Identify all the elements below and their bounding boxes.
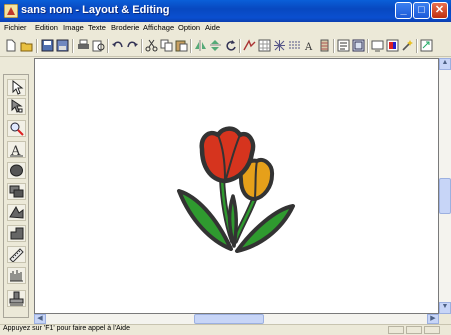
preview-icon[interactable] [371,39,384,52]
sew-order-icon[interactable] [243,39,256,52]
menu-image[interactable]: Image [63,23,84,32]
property-icon[interactable] [337,39,350,52]
mirror-icon[interactable] [194,39,207,52]
menu-aide[interactable]: Aide [205,23,220,32]
new-icon[interactable] [4,39,17,52]
menu-bar: Fichier Edition Image Texte Broderie Aff… [0,22,451,36]
horizontal-scroll-thumb[interactable] [194,314,264,324]
maximize-button[interactable]: □ [413,2,430,19]
export-icon[interactable] [420,39,433,52]
print-preview-icon[interactable] [92,39,105,52]
svg-text:A: A [10,144,21,157]
minimize-icon: _ [400,4,407,16]
status-bar: Appuyez sur 'F1' pour faire appel à l'Ai… [0,324,451,335]
manual-punch-icon[interactable] [7,267,26,284]
maximize-icon: □ [418,4,425,16]
print-icon[interactable] [77,39,90,52]
scroll-up-icon[interactable]: ▲ [439,58,451,70]
thread-icon[interactable] [318,39,331,52]
vertical-scroll-thumb[interactable] [439,178,451,214]
menu-affichage[interactable]: Affichage [143,23,174,32]
outline-icon[interactable] [7,204,26,221]
scroll-right-icon[interactable]: ▶ [427,314,439,324]
text-icon[interactable]: A [7,141,26,158]
wizard-icon[interactable] [401,39,414,52]
cut-icon[interactable] [145,39,158,52]
main-toolbar: A [0,36,451,57]
tool-palette: A [3,74,29,318]
rectangle-icon[interactable] [7,183,26,200]
app-icon [4,4,18,18]
close-icon: ✕ [434,4,445,16]
svg-text:A: A [304,42,313,52]
menu-texte[interactable]: Texte [88,23,106,32]
color-icon[interactable] [386,39,399,52]
ruler-icon[interactable] [7,246,26,263]
pattern-icon[interactable] [273,39,286,52]
flip-icon[interactable] [209,39,222,52]
point-edit-icon[interactable] [7,98,26,115]
shape-icon[interactable] [7,225,26,242]
horizontal-scrollbar[interactable]: ◀ ▶ [34,314,439,324]
open-icon[interactable] [20,39,33,52]
scroll-left-icon[interactable]: ◀ [34,314,46,324]
minimize-button[interactable]: _ [395,2,412,19]
stitch-icon[interactable] [288,39,301,52]
circle-icon[interactable] [7,162,26,179]
window-title: sans nom - Layout & Editing [21,4,170,16]
status-text: Appuyez sur 'F1' pour faire appel à l'Ai… [3,325,130,332]
design-canvas[interactable] [34,58,439,314]
vertical-scrollbar[interactable]: ▲ ▼ [439,58,451,314]
grid-icon[interactable] [258,39,271,52]
redo-icon[interactable] [126,39,139,52]
font-icon[interactable]: A [303,39,316,52]
menu-broderie[interactable]: Broderie [111,23,139,32]
save-as-icon[interactable] [56,39,69,52]
menu-fichier[interactable]: Fichier [4,23,27,32]
zoom-icon[interactable] [7,120,26,137]
paste-icon[interactable] [175,39,188,52]
select-icon[interactable] [7,79,26,96]
menu-option[interactable]: Option [178,23,200,32]
copy-icon[interactable] [160,39,173,52]
scroll-down-icon[interactable]: ▼ [439,302,451,314]
status-panel [424,326,440,334]
save-icon[interactable] [41,39,54,52]
design-page-icon[interactable] [352,39,365,52]
stamp-icon[interactable] [7,290,26,307]
undo-icon[interactable] [111,39,124,52]
title-bar[interactable]: sans nom - Layout & Editing _ □ ✕ [0,0,451,22]
tulip-embroidery[interactable] [35,59,438,313]
menu-edition[interactable]: Edition [35,23,58,32]
status-panel [406,326,422,334]
close-button[interactable]: ✕ [431,2,448,19]
rotate-icon[interactable] [224,39,237,52]
status-panel [388,326,404,334]
